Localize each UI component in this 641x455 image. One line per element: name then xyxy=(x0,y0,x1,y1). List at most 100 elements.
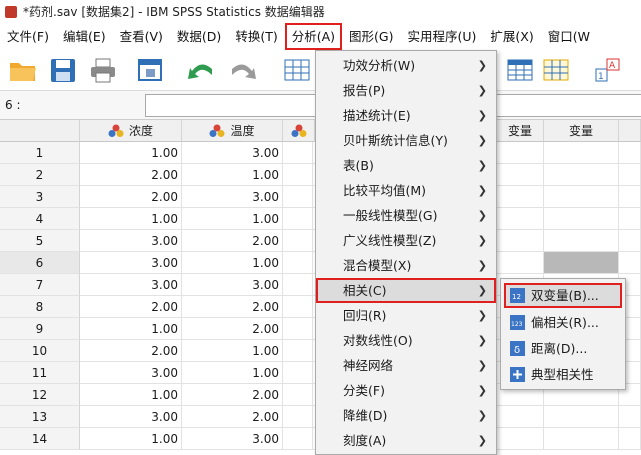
cell-empty[interactable] xyxy=(497,164,544,186)
redo-icon[interactable] xyxy=(228,57,258,84)
column-header-var2[interactable]: 变量 xyxy=(544,120,619,142)
cell-temperature[interactable]: 2.00 xyxy=(182,406,283,428)
menu-item-generalized-linear[interactable]: 广义线性模型(Z) ❯ xyxy=(316,228,496,253)
submenu-item-distance[interactable]: δ 距离(D)... xyxy=(504,336,622,361)
cell-empty[interactable] xyxy=(544,186,619,208)
value-labels-icon[interactable]: 1A xyxy=(593,57,623,84)
cell-empty[interactable] xyxy=(283,164,313,186)
cell-temperature[interactable]: 3.00 xyxy=(182,186,283,208)
row-number[interactable]: 9 xyxy=(0,318,80,340)
cell-concentration[interactable]: 1.00 xyxy=(80,142,182,164)
menu-item-tables[interactable]: 表(B) ❯ xyxy=(316,153,496,178)
submenu-item-partial[interactable]: 123 偏相关(R)... xyxy=(504,310,622,335)
cell-concentration[interactable]: 3.00 xyxy=(80,274,182,296)
dialog-recall-icon[interactable] xyxy=(136,57,166,84)
row-number[interactable]: 5 xyxy=(0,230,80,252)
row-number[interactable]: 11 xyxy=(0,362,80,384)
row-number[interactable]: 3 xyxy=(0,186,80,208)
print-icon[interactable] xyxy=(88,57,118,84)
cell-temperature[interactable]: 1.00 xyxy=(182,208,283,230)
cell-empty[interactable] xyxy=(619,208,641,230)
cell-empty[interactable] xyxy=(283,142,313,164)
cell-concentration[interactable]: 3.00 xyxy=(80,252,182,274)
cell-concentration[interactable]: 3.00 xyxy=(80,230,182,252)
goto-case-icon[interactable] xyxy=(282,57,312,84)
menu-analyze[interactable]: 分析(A) xyxy=(284,23,343,50)
cell-temperature[interactable]: 3.00 xyxy=(182,274,283,296)
cell-empty[interactable] xyxy=(544,230,619,252)
menu-item-correlate[interactable]: 相关(C) ❯ xyxy=(316,278,496,303)
cell-empty[interactable] xyxy=(619,230,641,252)
cell-temperature[interactable]: 1.00 xyxy=(182,340,283,362)
cell-empty[interactable] xyxy=(619,164,641,186)
cell-empty[interactable] xyxy=(619,186,641,208)
cell-concentration[interactable]: 1.00 xyxy=(80,384,182,406)
cell-temperature[interactable]: 2.00 xyxy=(182,384,283,406)
cell-empty[interactable] xyxy=(283,186,313,208)
menu-item-scale[interactable]: 刻度(A) ❯ xyxy=(316,428,496,453)
cell-concentration[interactable]: 1.00 xyxy=(80,428,182,450)
cell-empty[interactable] xyxy=(283,296,313,318)
menu-item-glm[interactable]: 一般线性模型(G) ❯ xyxy=(316,203,496,228)
cell-concentration[interactable]: 2.00 xyxy=(80,186,182,208)
cell-concentration[interactable]: 2.00 xyxy=(80,296,182,318)
row-number[interactable]: 4 xyxy=(0,208,80,230)
cell-empty[interactable] xyxy=(283,252,313,274)
row-number[interactable]: 8 xyxy=(0,296,80,318)
cell-empty[interactable] xyxy=(283,274,313,296)
cell-temperature[interactable]: 1.00 xyxy=(182,252,283,274)
cell-concentration[interactable]: 1.00 xyxy=(80,318,182,340)
cell-empty[interactable] xyxy=(283,318,313,340)
cell-empty[interactable] xyxy=(497,252,544,274)
cell-temperature[interactable]: 3.00 xyxy=(182,142,283,164)
cell-temperature[interactable]: 1.00 xyxy=(182,164,283,186)
cell-concentration[interactable]: 2.00 xyxy=(80,340,182,362)
menu-item-descriptive[interactable]: 描述统计(E) ❯ xyxy=(316,103,496,128)
menu-item-classify[interactable]: 分类(F) ❯ xyxy=(316,378,496,403)
menu-view[interactable]: 查看(V) xyxy=(113,23,170,50)
cell-concentration[interactable]: 3.00 xyxy=(80,406,182,428)
menu-item-neural-networks[interactable]: 神经网络 ❯ xyxy=(316,353,496,378)
column-header-concentration[interactable]: 浓度 xyxy=(80,120,182,142)
cell-empty[interactable] xyxy=(497,142,544,164)
cell-empty[interactable] xyxy=(544,164,619,186)
cell-empty[interactable] xyxy=(283,208,313,230)
cell-temperature[interactable]: 2.00 xyxy=(182,318,283,340)
menu-item-bayesian[interactable]: 贝叶斯统计信息(Y) ❯ xyxy=(316,128,496,153)
menu-window[interactable]: 窗口(W xyxy=(541,23,597,50)
cell-empty[interactable] xyxy=(497,186,544,208)
row-number[interactable]: 1 xyxy=(0,142,80,164)
submenu-item-canonical[interactable]: 典型相关性 xyxy=(504,362,622,387)
menu-transform[interactable]: 转换(T) xyxy=(228,23,284,50)
menu-item-mixed-models[interactable]: 混合模型(X) ❯ xyxy=(316,253,496,278)
row-number[interactable]: 2 xyxy=(0,164,80,186)
cell-temperature[interactable]: 2.00 xyxy=(182,230,283,252)
column-header-var3[interactable] xyxy=(619,120,641,142)
cell-temperature[interactable]: 1.00 xyxy=(182,362,283,384)
row-number[interactable]: 7 xyxy=(0,274,80,296)
menu-file[interactable]: 文件(F) xyxy=(0,23,56,50)
cell-concentration[interactable]: 2.00 xyxy=(80,164,182,186)
cell-empty[interactable] xyxy=(544,208,619,230)
row-number[interactable]: 12 xyxy=(0,384,80,406)
menu-item-dimension-reduction[interactable]: 降维(D) ❯ xyxy=(316,403,496,428)
column-header-var1[interactable]: 变量 xyxy=(497,120,544,142)
column-header-temperature[interactable]: 温度 xyxy=(182,120,283,142)
menu-item-reports[interactable]: 报告(P) ❯ xyxy=(316,78,496,103)
menu-item-regression[interactable]: 回归(R) ❯ xyxy=(316,303,496,328)
cell-empty[interactable] xyxy=(497,230,544,252)
row-number[interactable]: 10 xyxy=(0,340,80,362)
cell-empty[interactable] xyxy=(497,428,544,450)
menu-edit[interactable]: 编辑(E) xyxy=(56,23,113,50)
cell-empty[interactable] xyxy=(283,340,313,362)
cell-empty[interactable] xyxy=(497,406,544,428)
cell-empty[interactable] xyxy=(497,208,544,230)
column-header-partial[interactable] xyxy=(283,120,315,142)
menu-item-compare-means[interactable]: 比较平均值(M) ❯ xyxy=(316,178,496,203)
cell-concentration[interactable]: 3.00 xyxy=(80,362,182,384)
cell-concentration[interactable]: 1.00 xyxy=(80,208,182,230)
menu-utilities[interactable]: 实用程序(U) xyxy=(400,23,483,50)
submenu-item-bivariate[interactable]: 12 双变量(B)... xyxy=(504,283,622,308)
open-folder-icon[interactable] xyxy=(8,57,38,84)
cell-empty[interactable] xyxy=(544,142,619,164)
